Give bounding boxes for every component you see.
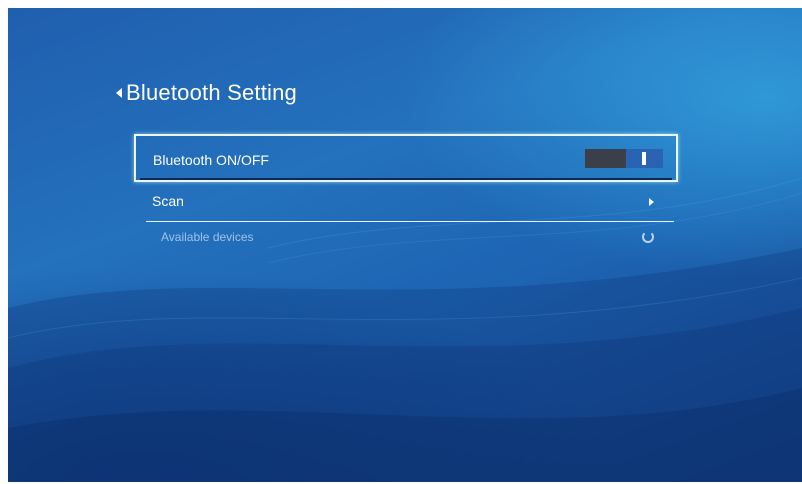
- scan-divider: [146, 221, 674, 222]
- available-devices-header: Available devices: [161, 230, 254, 244]
- bluetooth-toggle-label: Bluetooth ON/OFF: [153, 152, 269, 168]
- toggle-on-indicator: [642, 152, 646, 165]
- window-frame: Bluetooth Setting Bluetooth ON/OFF Scan …: [0, 0, 802, 484]
- page-header: Bluetooth Setting: [116, 80, 297, 106]
- settings-screen: Bluetooth Setting Bluetooth ON/OFF Scan …: [8, 8, 802, 482]
- back-arrow-icon[interactable]: [116, 88, 122, 98]
- scan-row[interactable]: Scan: [138, 188, 674, 222]
- scan-label: Scan: [152, 193, 184, 209]
- bluetooth-toggle-row[interactable]: Bluetooth ON/OFF: [134, 134, 678, 182]
- toggle-thumb: [626, 149, 663, 168]
- chevron-right-icon: [649, 198, 654, 206]
- page-title: Bluetooth Setting: [126, 80, 297, 105]
- loading-spinner-icon: [642, 231, 654, 243]
- row-underline: [140, 178, 672, 180]
- bluetooth-toggle-switch[interactable]: [585, 149, 663, 168]
